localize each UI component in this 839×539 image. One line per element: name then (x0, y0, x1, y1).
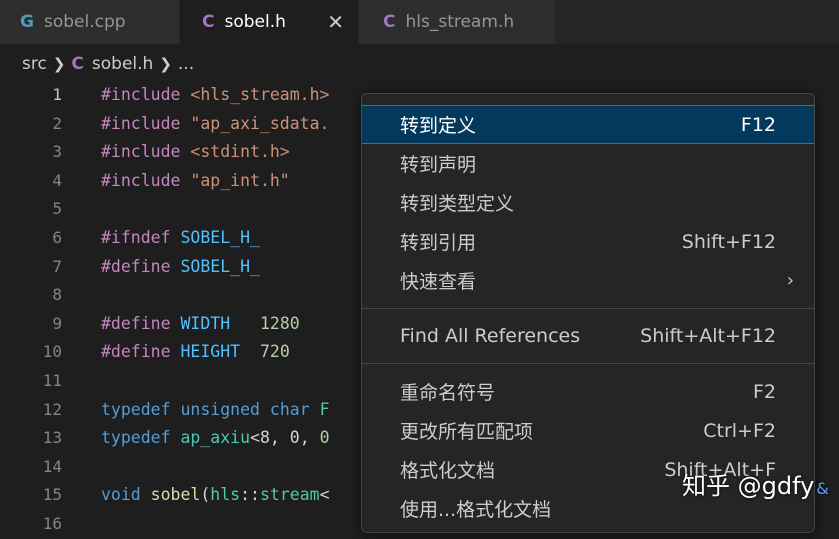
menu-item-label: 使用...格式化文档 (400, 499, 552, 521)
line-number: 16 (42, 514, 62, 533)
tab-label: hls_stream.h (405, 12, 515, 32)
menu-item-label: 快速查看 (400, 271, 477, 293)
tab-bar: G sobel.cpp C sobel.h ✕ C hls_stream.h (0, 0, 839, 44)
breadcrumb: src ❯ C sobel.h ❯ ... (22, 51, 194, 77)
tab-sobel-h[interactable]: C sobel.h ✕ (180, 0, 358, 44)
header-file-icon: C (202, 12, 215, 32)
tab-sobel-cpp[interactable]: G sobel.cpp (0, 0, 179, 44)
menu-item-peek[interactable]: 快速查看 › (362, 261, 814, 300)
menu-item-rename-symbol[interactable]: 重命名符号 F2 (362, 372, 814, 411)
menu-item-shortcut: F2 (752, 380, 776, 403)
code-text[interactable]: #include <stdint.h> (101, 138, 290, 167)
menu-item-label: 转到声明 (400, 154, 477, 176)
menu-item-change-all-occurrences[interactable]: 更改所有匹配项 Ctrl+F2 (362, 411, 814, 450)
line-number: 4 (52, 170, 62, 190)
code-text[interactable]: #include "ap_axi_sdata. (101, 110, 329, 139)
menu-item-shortcut: Shift+Alt+F12 (640, 324, 776, 347)
line-number: 2 (52, 113, 62, 133)
menu-item-shortcut: Shift+F12 (681, 230, 776, 253)
line-number: 10 (42, 342, 62, 362)
breadcrumb-more[interactable]: ... (178, 54, 194, 74)
line-number: 7 (52, 256, 62, 276)
tab-hls-stream-h[interactable]: C hls_stream.h (359, 0, 555, 44)
menu-item-go-to-definition[interactable]: 转到定义 F12 (362, 105, 814, 144)
line-number: 11 (42, 371, 62, 390)
menu-separator (362, 363, 814, 364)
chevron-right-icon: ❯ (159, 55, 172, 73)
watermark-text: 知乎 @gdfy (682, 472, 815, 500)
line-number: 15 (42, 485, 62, 505)
code-text[interactable]: #include "ap_int.h" (101, 167, 290, 196)
menu-item-label: 重命名符号 (400, 382, 496, 404)
line-number: 1 (52, 85, 62, 104)
line-number: 14 (42, 456, 62, 476)
chevron-right-icon: › (786, 270, 794, 291)
menu-item-label: Find All References (400, 324, 581, 347)
tab-label: sobel.h (224, 12, 286, 32)
menu-item-go-to-declaration[interactable]: 转到声明 (362, 144, 814, 183)
close-icon[interactable]: ✕ (327, 10, 344, 34)
menu-item-shortcut: Ctrl+F2 (703, 419, 776, 442)
line-number: 8 (52, 285, 62, 305)
breadcrumb-file[interactable]: sobel.h (92, 54, 153, 74)
line-number: 12 (42, 399, 62, 419)
tab-label: sobel.cpp (43, 12, 126, 32)
breadcrumb-folder[interactable]: src (22, 54, 47, 74)
watermark: 知乎 @gdfy & (682, 466, 829, 501)
menu-item-label: 转到引用 (400, 232, 477, 254)
line-number: 5 (52, 199, 62, 219)
header-file-icon: C (71, 54, 84, 74)
line-number: 9 (52, 313, 62, 333)
menu-item-label: 格式化文档 (400, 460, 496, 482)
menu-item-label: 转到定义 (400, 115, 477, 137)
chevron-right-icon: ❯ (52, 55, 66, 73)
menu-item-go-to-type-definition[interactable]: 转到类型定义 (362, 183, 814, 222)
menu-item-find-all-references[interactable]: Find All References Shift+Alt+F12 (362, 316, 814, 355)
line-number: 3 (52, 142, 62, 162)
line-number: 6 (52, 228, 62, 247)
code-text[interactable]: void sobel(hls::stream< (101, 481, 330, 510)
cpp-file-icon: G (20, 12, 34, 32)
watermark-suffix: & (816, 479, 829, 498)
menu-item-label: 转到类型定义 (400, 193, 515, 215)
code-text[interactable]: typedef unsigned char F (101, 396, 330, 425)
menu-separator (362, 308, 814, 309)
code-text[interactable]: #define HEIGHT 720 (101, 338, 290, 367)
line-number: 13 (42, 428, 62, 448)
code-text[interactable]: #define WIDTH 1280 (101, 310, 300, 339)
header-file-icon: C (383, 12, 396, 32)
menu-item-shortcut: F12 (740, 113, 776, 136)
code-text[interactable]: #ifndef SOBEL_H_ (101, 224, 260, 253)
code-text[interactable]: #define SOBEL_H_ (101, 253, 260, 282)
menu-item-go-to-references[interactable]: 转到引用 Shift+F12 (362, 222, 814, 261)
code-text[interactable]: typedef ap_axiu<8, 0, 0 (101, 424, 330, 453)
code-text[interactable]: #include <hls_stream.h> (101, 81, 329, 110)
menu-item-label: 更改所有匹配项 (400, 421, 534, 443)
